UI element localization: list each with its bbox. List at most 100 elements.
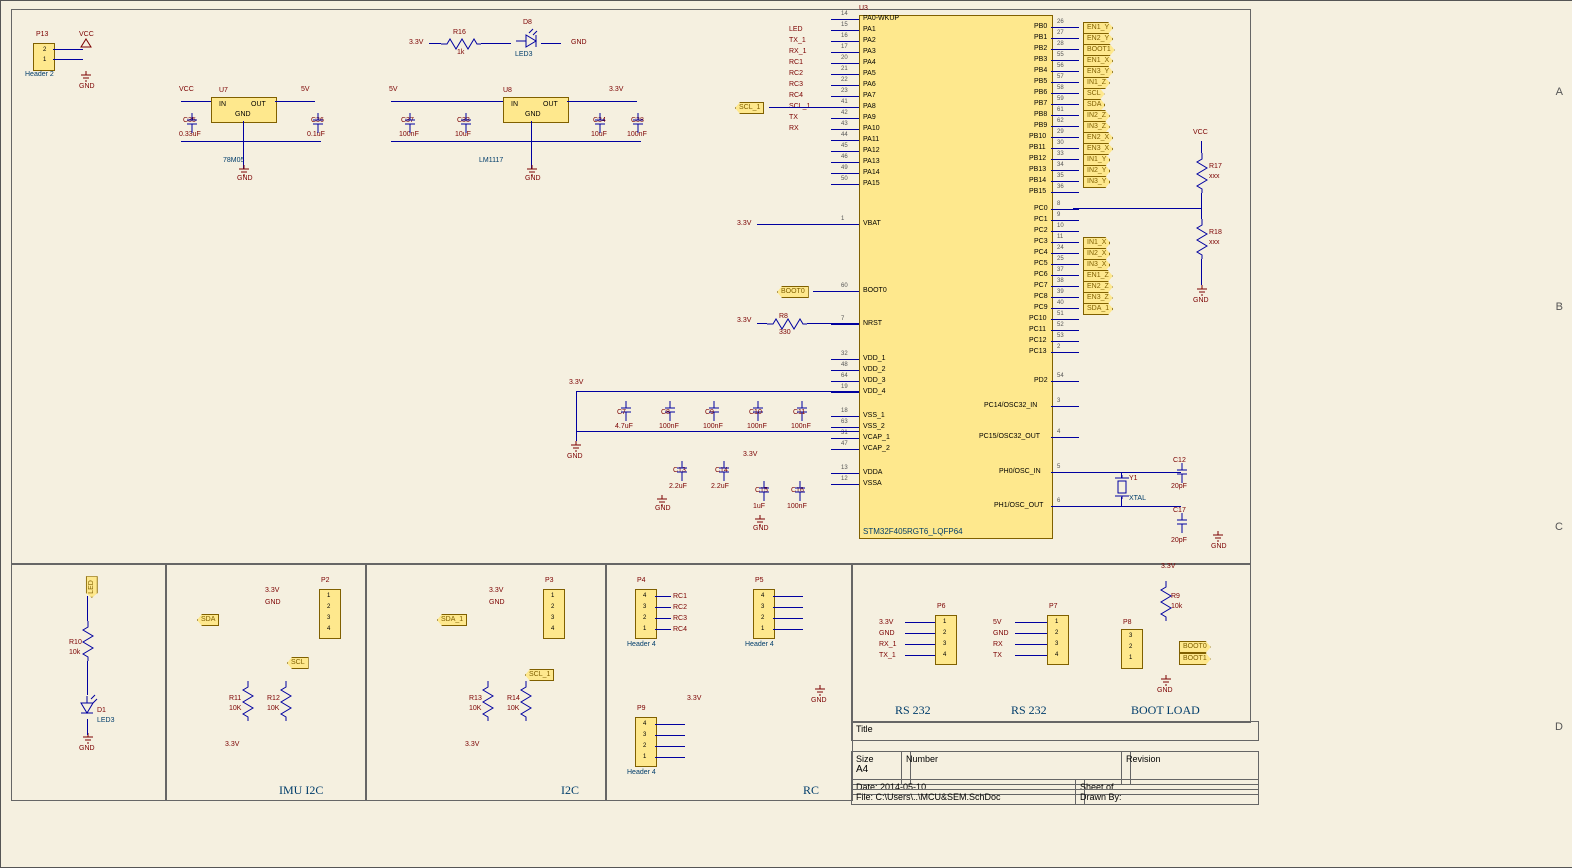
c17-val: 20pF [1171, 537, 1187, 544]
cap-icon [719, 461, 729, 481]
r17-ref: R17 [1209, 163, 1222, 170]
p2-ref: P2 [321, 577, 330, 584]
boot0-out: BOOT0 [1179, 641, 1211, 653]
mcu-part: STM32F405RGT6_LQFP64 [863, 527, 963, 536]
mcu-body [859, 15, 1053, 539]
p13-ref: P13 [36, 31, 48, 38]
resistor-icon [767, 319, 807, 329]
u8-vin: 5V [389, 86, 398, 93]
r10-ref: R10 [69, 639, 82, 646]
imu-title: IMU I2C [279, 783, 323, 798]
cap-icon [759, 481, 769, 501]
r9-ref: R9 [1171, 593, 1180, 600]
resistor-icon [521, 681, 531, 721]
y1-ref: Y1 [1129, 475, 1138, 482]
cap-icon [405, 113, 415, 133]
rc-title: RC [803, 783, 819, 798]
gnd-icon [1159, 675, 1173, 687]
rs232-1-title: RS 232 [895, 703, 931, 718]
r8-val: 330 [779, 329, 791, 336]
i2c-title: I2C [561, 783, 579, 798]
p13-type: Header 2 [25, 71, 54, 78]
p13-gnd: GND [79, 83, 95, 90]
gnd-icon [237, 165, 251, 177]
r16-ref: R16 [453, 29, 466, 36]
resistor-icon [83, 621, 93, 661]
d8-type: LED3 [515, 51, 533, 58]
boot-title: BOOT LOAD [1131, 703, 1200, 718]
grid-row-a: A [1556, 86, 1563, 98]
vcc-arrow-icon [81, 39, 91, 49]
r9-val: 10k [1171, 603, 1182, 610]
led-icon [77, 691, 97, 721]
r13-val: 10K [469, 705, 481, 712]
gnd-icon [525, 165, 539, 177]
mcu-ref: U3 [859, 5, 868, 12]
p7-ref: P7 [1049, 603, 1058, 610]
gnd-icon [813, 685, 827, 697]
gnd-icon [753, 515, 767, 527]
u7-vin: VCC [179, 86, 194, 93]
resistor-icon [1197, 219, 1207, 259]
schematic-sheet: A B C D U3 STM32F405RGT6_LQFP64 14 PA0-W… [0, 0, 1572, 868]
r12-val: 10K [267, 705, 279, 712]
p9-ref: P9 [637, 705, 646, 712]
resistor-icon [441, 39, 481, 49]
tb-title: Title [851, 721, 1259, 741]
d8-ref: D8 [523, 19, 532, 26]
r16-val: 1k [457, 49, 464, 56]
cap-icon [795, 481, 805, 501]
r14-val: 10K [507, 705, 519, 712]
vbat-v: 3.3V [737, 220, 751, 227]
u8-ref: U8 [503, 87, 512, 94]
cap-icon [1177, 513, 1187, 533]
d8-gnd: GND [571, 39, 587, 46]
p9-type: Header 4 [627, 769, 656, 776]
p3-ref: P3 [545, 577, 554, 584]
pullup-vcc: VCC [1193, 129, 1208, 136]
cap-icon [595, 113, 605, 133]
cap-icon [677, 461, 687, 481]
p4-type: Header 4 [627, 641, 656, 648]
resistor-icon [1197, 153, 1207, 193]
cap-icon [187, 113, 197, 133]
y1-val: XTAL [1129, 495, 1146, 502]
xtal-gnd: GND [1211, 543, 1227, 550]
vdda-pwr: 3.3V [743, 451, 757, 458]
grid-row-d: D [1555, 721, 1563, 733]
r11-ref: R11 [229, 695, 241, 702]
r17-val: xxx [1209, 173, 1220, 180]
resistor-icon [243, 681, 253, 721]
cap-icon [313, 113, 323, 133]
r18-val: xxx [1209, 239, 1220, 246]
r12-ref: R12 [267, 695, 280, 702]
gnd-icon [1195, 285, 1209, 297]
gnd-icon [1211, 531, 1225, 543]
pullup-gnd: GND [1193, 297, 1209, 304]
boot0-net: BOOT0 [777, 286, 809, 298]
r18-ref: R18 [1209, 229, 1222, 236]
p8-ref: P8 [1123, 619, 1132, 626]
p6-ref: P6 [937, 603, 946, 610]
u7-part: 78M05 [223, 157, 244, 164]
crystal-icon [1115, 475, 1129, 499]
resistor-icon [281, 681, 291, 721]
p5-type: Header 4 [745, 641, 774, 648]
gnd-icon [569, 441, 583, 453]
gnd-icon [655, 495, 669, 507]
r11-val: 10K [229, 705, 241, 712]
p13-vcc: VCC [79, 31, 94, 38]
grid-row-b: B [1556, 301, 1563, 313]
nrst-v: 3.3V [737, 317, 751, 324]
gnd-icon [79, 71, 93, 83]
cap-icon [1177, 463, 1187, 483]
scl1-net: SCL_1 [525, 669, 554, 681]
d1-type: LED3 [97, 717, 115, 724]
resistor-icon [1161, 581, 1171, 621]
u8-part: LM1117 [479, 157, 503, 164]
led-block [11, 563, 167, 801]
p5-ref: P5 [755, 577, 764, 584]
u7-vout: 5V [301, 86, 310, 93]
r13-ref: R13 [469, 695, 482, 702]
rs232-2-title: RS 232 [1011, 703, 1047, 718]
